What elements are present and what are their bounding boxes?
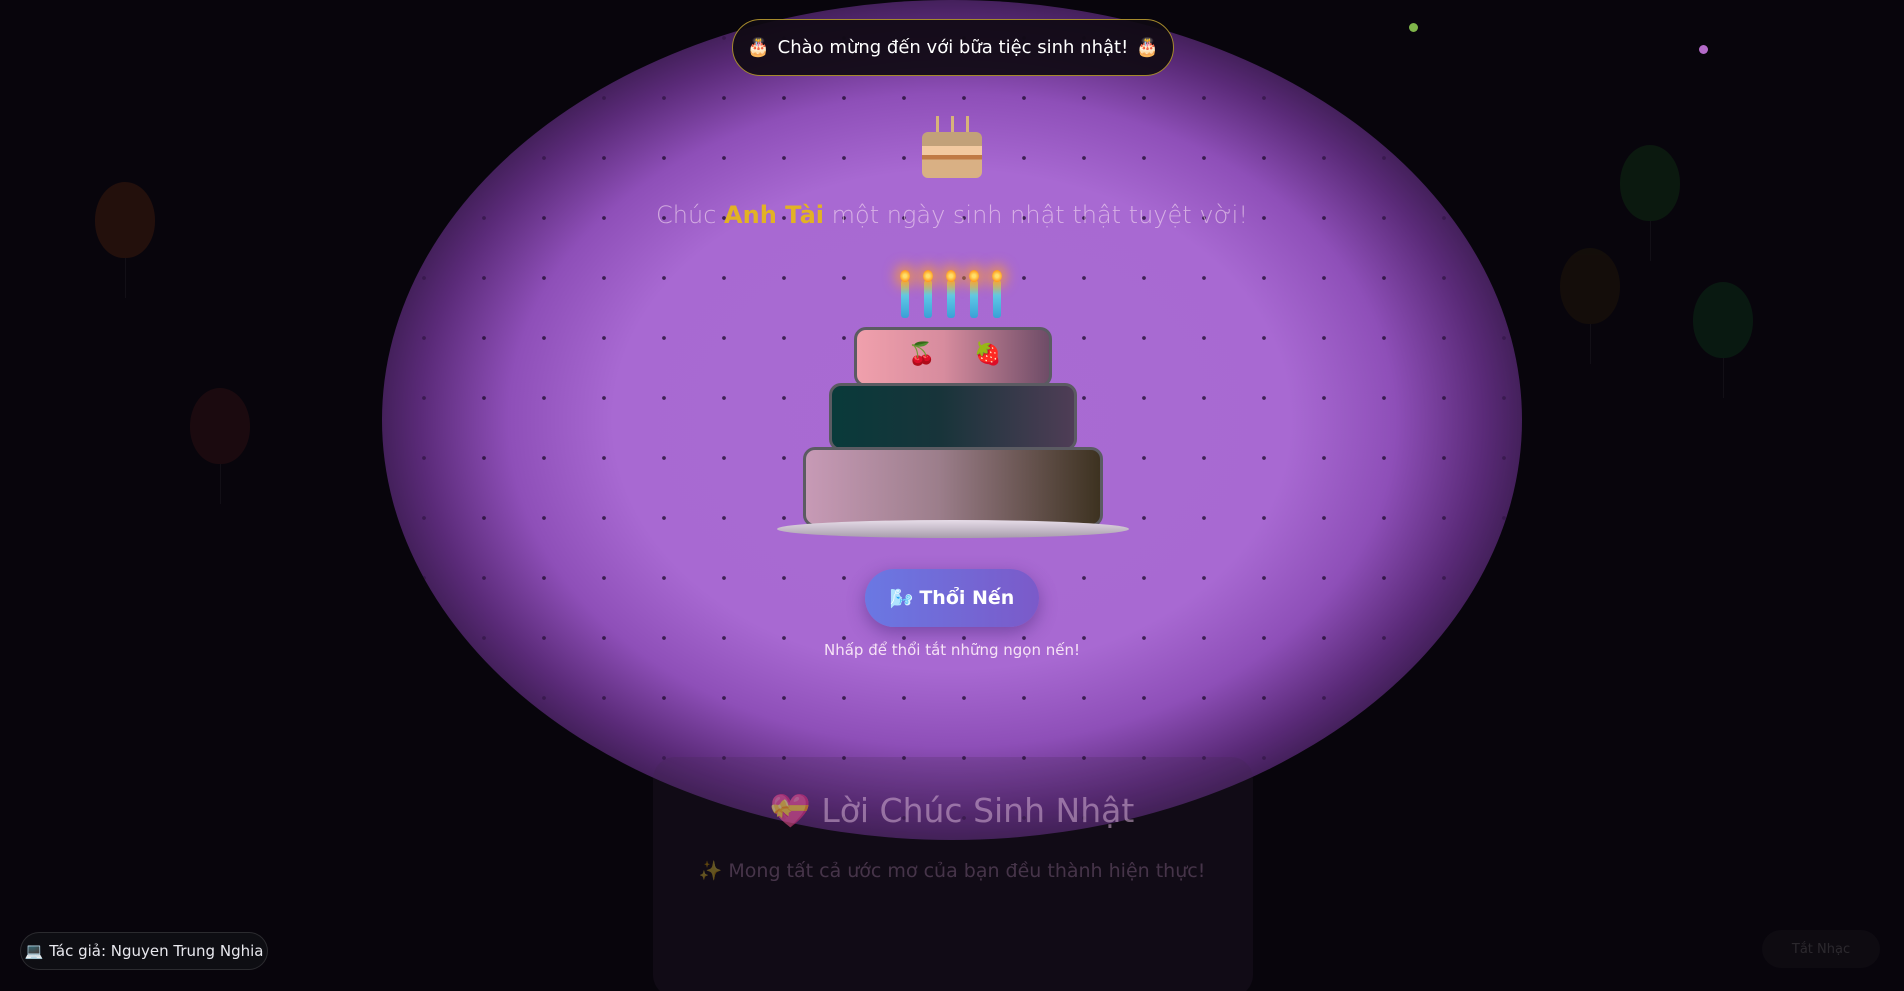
blow-button-label: Thổi Nến xyxy=(919,587,1015,609)
blow-candles-button[interactable]: 🌬️ Thổi Nến xyxy=(865,569,1039,627)
confetti-dot xyxy=(1699,45,1708,54)
cake-middle-tier xyxy=(829,383,1077,451)
sparkle-icon: ✨ xyxy=(698,860,723,882)
wish-item: ✨ Mong tất cả ước mơ của bạn đều thành h… xyxy=(0,859,1904,882)
laptop-icon: 💻 xyxy=(24,942,44,960)
wind-icon: 🌬️ xyxy=(889,587,914,610)
wishes-title: 💝 Lời Chúc Sinh Nhật xyxy=(0,791,1904,831)
greeting-prefix: Chúc xyxy=(656,201,717,229)
cake-icon: 🎂 xyxy=(1136,37,1159,58)
author-label: Tác giả: Nguyen Trung Nghia xyxy=(49,942,264,960)
welcome-text: Chào mừng đến với bữa tiệc sinh nhật! xyxy=(777,37,1129,58)
cake-icon: 🎂 xyxy=(747,37,770,58)
candle-flame[interactable] xyxy=(969,270,979,282)
candle-flame[interactable] xyxy=(946,270,956,282)
wish-text: Mong tất cả ước mơ của bạn đều thành hiệ… xyxy=(728,860,1206,882)
balloon-brown xyxy=(1560,248,1620,364)
candle-flame[interactable] xyxy=(992,270,1002,282)
author-badge: 💻 Tác giả: Nguyen Trung Nghia xyxy=(20,932,268,970)
greeting-suffix: một ngày sinh nhật thật tuyệt vời! xyxy=(831,201,1248,229)
candle xyxy=(993,280,1001,318)
birthday-person-name: Anh Tài xyxy=(724,201,825,229)
birthday-cake-icon xyxy=(921,116,983,178)
candles-group[interactable] xyxy=(897,270,1009,320)
cake-plate xyxy=(777,520,1129,538)
cake-bottom-tier xyxy=(803,447,1103,527)
balloon-red xyxy=(190,388,250,504)
strawberry-icon: 🍓 xyxy=(974,342,1002,367)
music-toggle-button[interactable]: Tắt Nhạc xyxy=(1762,930,1880,968)
candle xyxy=(901,280,909,318)
confetti-dot xyxy=(1409,23,1418,32)
heart-gift-icon: 💝 xyxy=(769,791,811,830)
candle-flame[interactable] xyxy=(900,270,910,282)
welcome-banner: 🎂 Chào mừng đến với bữa tiệc sinh nhật! … xyxy=(732,19,1174,76)
music-button-label: Tắt Nhạc xyxy=(1791,941,1851,957)
blow-hint: Nhấp để thổi tắt những ngọn nến! xyxy=(823,641,1080,659)
candle xyxy=(924,280,932,318)
wishes-title-text: Lời Chúc Sinh Nhật xyxy=(821,791,1135,830)
balloon-green-2 xyxy=(1693,282,1753,398)
candle xyxy=(947,280,955,318)
cake-top-tier: 🍒 🍓 xyxy=(854,327,1052,394)
cherry-icon: 🍒 xyxy=(908,342,936,367)
greeting-text: Chúc Anh Tài một ngày sinh nhật thật tuy… xyxy=(0,201,1904,229)
candle-flame[interactable] xyxy=(923,270,933,282)
candle xyxy=(970,280,978,318)
